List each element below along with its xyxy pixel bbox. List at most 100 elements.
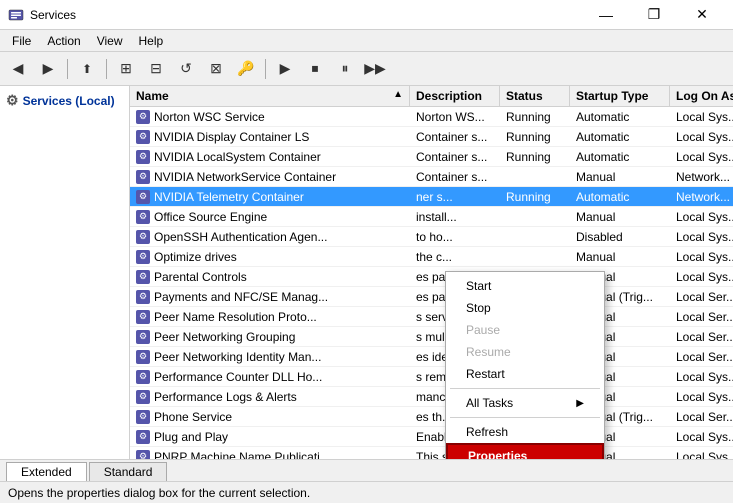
table-row[interactable]: ⚙NVIDIA Telemetry Containerner s...Runni… [130,187,733,207]
ctx-item-properties[interactable]: Properties [446,443,604,459]
toolbar-sep-3 [265,59,266,79]
service-name-cell: ⚙ Peer Name Resolution Proto... [130,309,410,325]
table-row[interactable]: ⚙Peer Name Resolution Proto...s serv...M… [130,307,733,327]
left-panel-title: ⚙ Services (Local) [6,92,123,109]
service-desc-cell: Norton WS... [410,109,500,125]
column-headers: Name ▲ Description Status Startup Type L… [130,86,733,107]
context-menu-separator [450,388,600,389]
toolbar-btn-5[interactable]: ↺ [172,56,200,82]
service-desc-cell: Container s... [410,149,500,165]
table-row[interactable]: ⚙PNRP Machine Name Publicati...This s...… [130,447,733,459]
service-status-cell: Running [500,109,570,125]
main-area: ⚙ Services (Local) Name ▲ Description St… [0,86,733,459]
table-row[interactable]: ⚙OpenSSH Authentication Agen...to ho...D… [130,227,733,247]
service-icon: ⚙ [136,390,150,404]
close-button[interactable]: ✕ [679,0,725,30]
col-header-name[interactable]: Name ▲ [130,86,410,106]
service-icon: ⚙ [136,410,150,424]
table-row[interactable]: ⚙Peer Networking Identity Man...es ide..… [130,347,733,367]
table-row[interactable]: ⚙Plug and PlayEnables a co...RunningManu… [130,427,733,447]
service-icon: ⚙ [136,210,150,224]
service-startup-cell: Automatic [570,109,670,125]
service-status-cell: Running [500,129,570,145]
ctx-item-pause[interactable]: Pause [446,319,604,341]
col-header-startup[interactable]: Startup Type [570,86,670,106]
service-name-text: Optimize drives [154,250,237,264]
toolbar-sep-1 [67,59,68,79]
service-icon: ⚙ [136,290,150,304]
service-desc-cell: install... [410,209,500,225]
service-desc-cell: ner s... [410,189,500,205]
table-row[interactable]: ⚙Peer Networking Groupings mul...ManualL… [130,327,733,347]
table-row[interactable]: ⚙Payments and NFC/SE Manag...es pa...Run… [130,287,733,307]
service-name-text: Peer Name Resolution Proto... [154,310,317,324]
col-header-logon[interactable]: Log On As [670,86,733,106]
bottom-tabs: ExtendedStandard [0,459,733,481]
table-row[interactable]: ⚙Performance Counter DLL Ho...s rem...Ma… [130,367,733,387]
table-row[interactable]: ⚙NVIDIA LocalSystem ContainerContainer s… [130,147,733,167]
left-panel: ⚙ Services (Local) [0,86,130,459]
service-startup-cell: Automatic [570,189,670,205]
service-status-cell: Running [500,149,570,165]
restore-button[interactable]: ❐ [631,0,677,30]
service-logon-cell: Local Sys... [670,269,733,285]
table-row[interactable]: ⚙Office Source Engineinstall...ManualLoc… [130,207,733,227]
menu-file[interactable]: File [4,32,39,50]
service-icon: ⚙ [136,230,150,244]
app-icon [8,7,24,23]
minimize-button[interactable]: — [583,0,629,30]
service-name-cell: ⚙Norton WSC Service [130,109,410,125]
play-button[interactable]: ▶ [271,56,299,82]
table-row[interactable]: ⚙Optimize drivesthe c...ManualLocal Sys.… [130,247,733,267]
service-desc-cell: to ho... [410,229,500,245]
toolbar-btn-3[interactable]: ⊞ [112,56,140,82]
toolbar-btn-4[interactable]: ⊟ [142,56,170,82]
service-rows: ⚙Norton WSC ServiceNorton WS...RunningAu… [130,107,733,459]
ctx-item-refresh[interactable]: Refresh [446,421,604,443]
table-row[interactable]: ⚙Norton WSC ServiceNorton WS...RunningAu… [130,107,733,127]
up-button[interactable]: ⬆ [73,56,101,82]
restart-button[interactable]: ▶▶ [361,56,389,82]
stop-button[interactable]: ⏹ [301,56,329,82]
service-list-container[interactable]: Name ▲ Description Status Startup Type L… [130,86,733,459]
tab-standard[interactable]: Standard [89,462,168,481]
pause-button[interactable]: ⏸ [331,56,359,82]
service-logon-cell: Local Sys... [670,209,733,225]
forward-button[interactable]: ▶ [34,56,62,82]
service-startup-cell: Manual [570,249,670,265]
toolbar-btn-7[interactable]: 🔑 [232,56,260,82]
col-header-status[interactable]: Status [500,86,570,106]
service-logon-cell: Local Ser... [670,289,733,305]
table-row[interactable]: ⚙Phone Servicees th...Manual (Trig...Loc… [130,407,733,427]
service-name-cell: ⚙Peer Networking Identity Man... [130,349,410,365]
menu-action[interactable]: Action [39,32,88,50]
menu-view[interactable]: View [89,32,131,50]
ctx-item-stop[interactable]: Stop [446,297,604,319]
menu-help[interactable]: Help [131,32,172,50]
service-icon: ⚙ [136,450,150,460]
toolbar-btn-6[interactable]: ⊠ [202,56,230,82]
ctx-item-start[interactable]: Start [446,275,604,297]
service-name-text: NVIDIA NetworkService Container [154,170,336,184]
service-name-cell: ⚙PNRP Machine Name Publicati... [130,449,410,460]
service-logon-cell: Local Ser... [670,349,733,365]
service-startup-cell: Automatic [570,129,670,145]
service-name-text: Phone Service [154,410,232,424]
ctx-item-resume[interactable]: Resume [446,341,604,363]
ctx-item-restart[interactable]: Restart [446,363,604,385]
service-logon-cell: Local Sys... [670,369,733,385]
table-row[interactable]: ⚙NVIDIA Display Container LSContainer s.… [130,127,733,147]
service-name-cell: ⚙NVIDIA NetworkService Container [130,169,410,185]
service-icon: ⚙ [136,310,150,324]
back-button[interactable]: ◀ [4,56,32,82]
service-name-cell: ⚙ Phone Service [130,409,410,425]
toolbar-sep-2 [106,59,107,79]
ctx-item-all-tasks[interactable]: All Tasks▶ [446,392,604,414]
table-row[interactable]: ⚙Parental Controlses par...ManualLocal S… [130,267,733,287]
table-row[interactable]: ⚙Performance Logs & Alertsmance...Manual… [130,387,733,407]
col-header-description[interactable]: Description [410,86,500,106]
table-row[interactable]: ⚙NVIDIA NetworkService ContainerContaine… [130,167,733,187]
service-name-text: OpenSSH Authentication Agen... [154,230,327,244]
tab-extended[interactable]: Extended [6,462,87,481]
status-bar: Opens the properties dialog box for the … [0,481,733,503]
